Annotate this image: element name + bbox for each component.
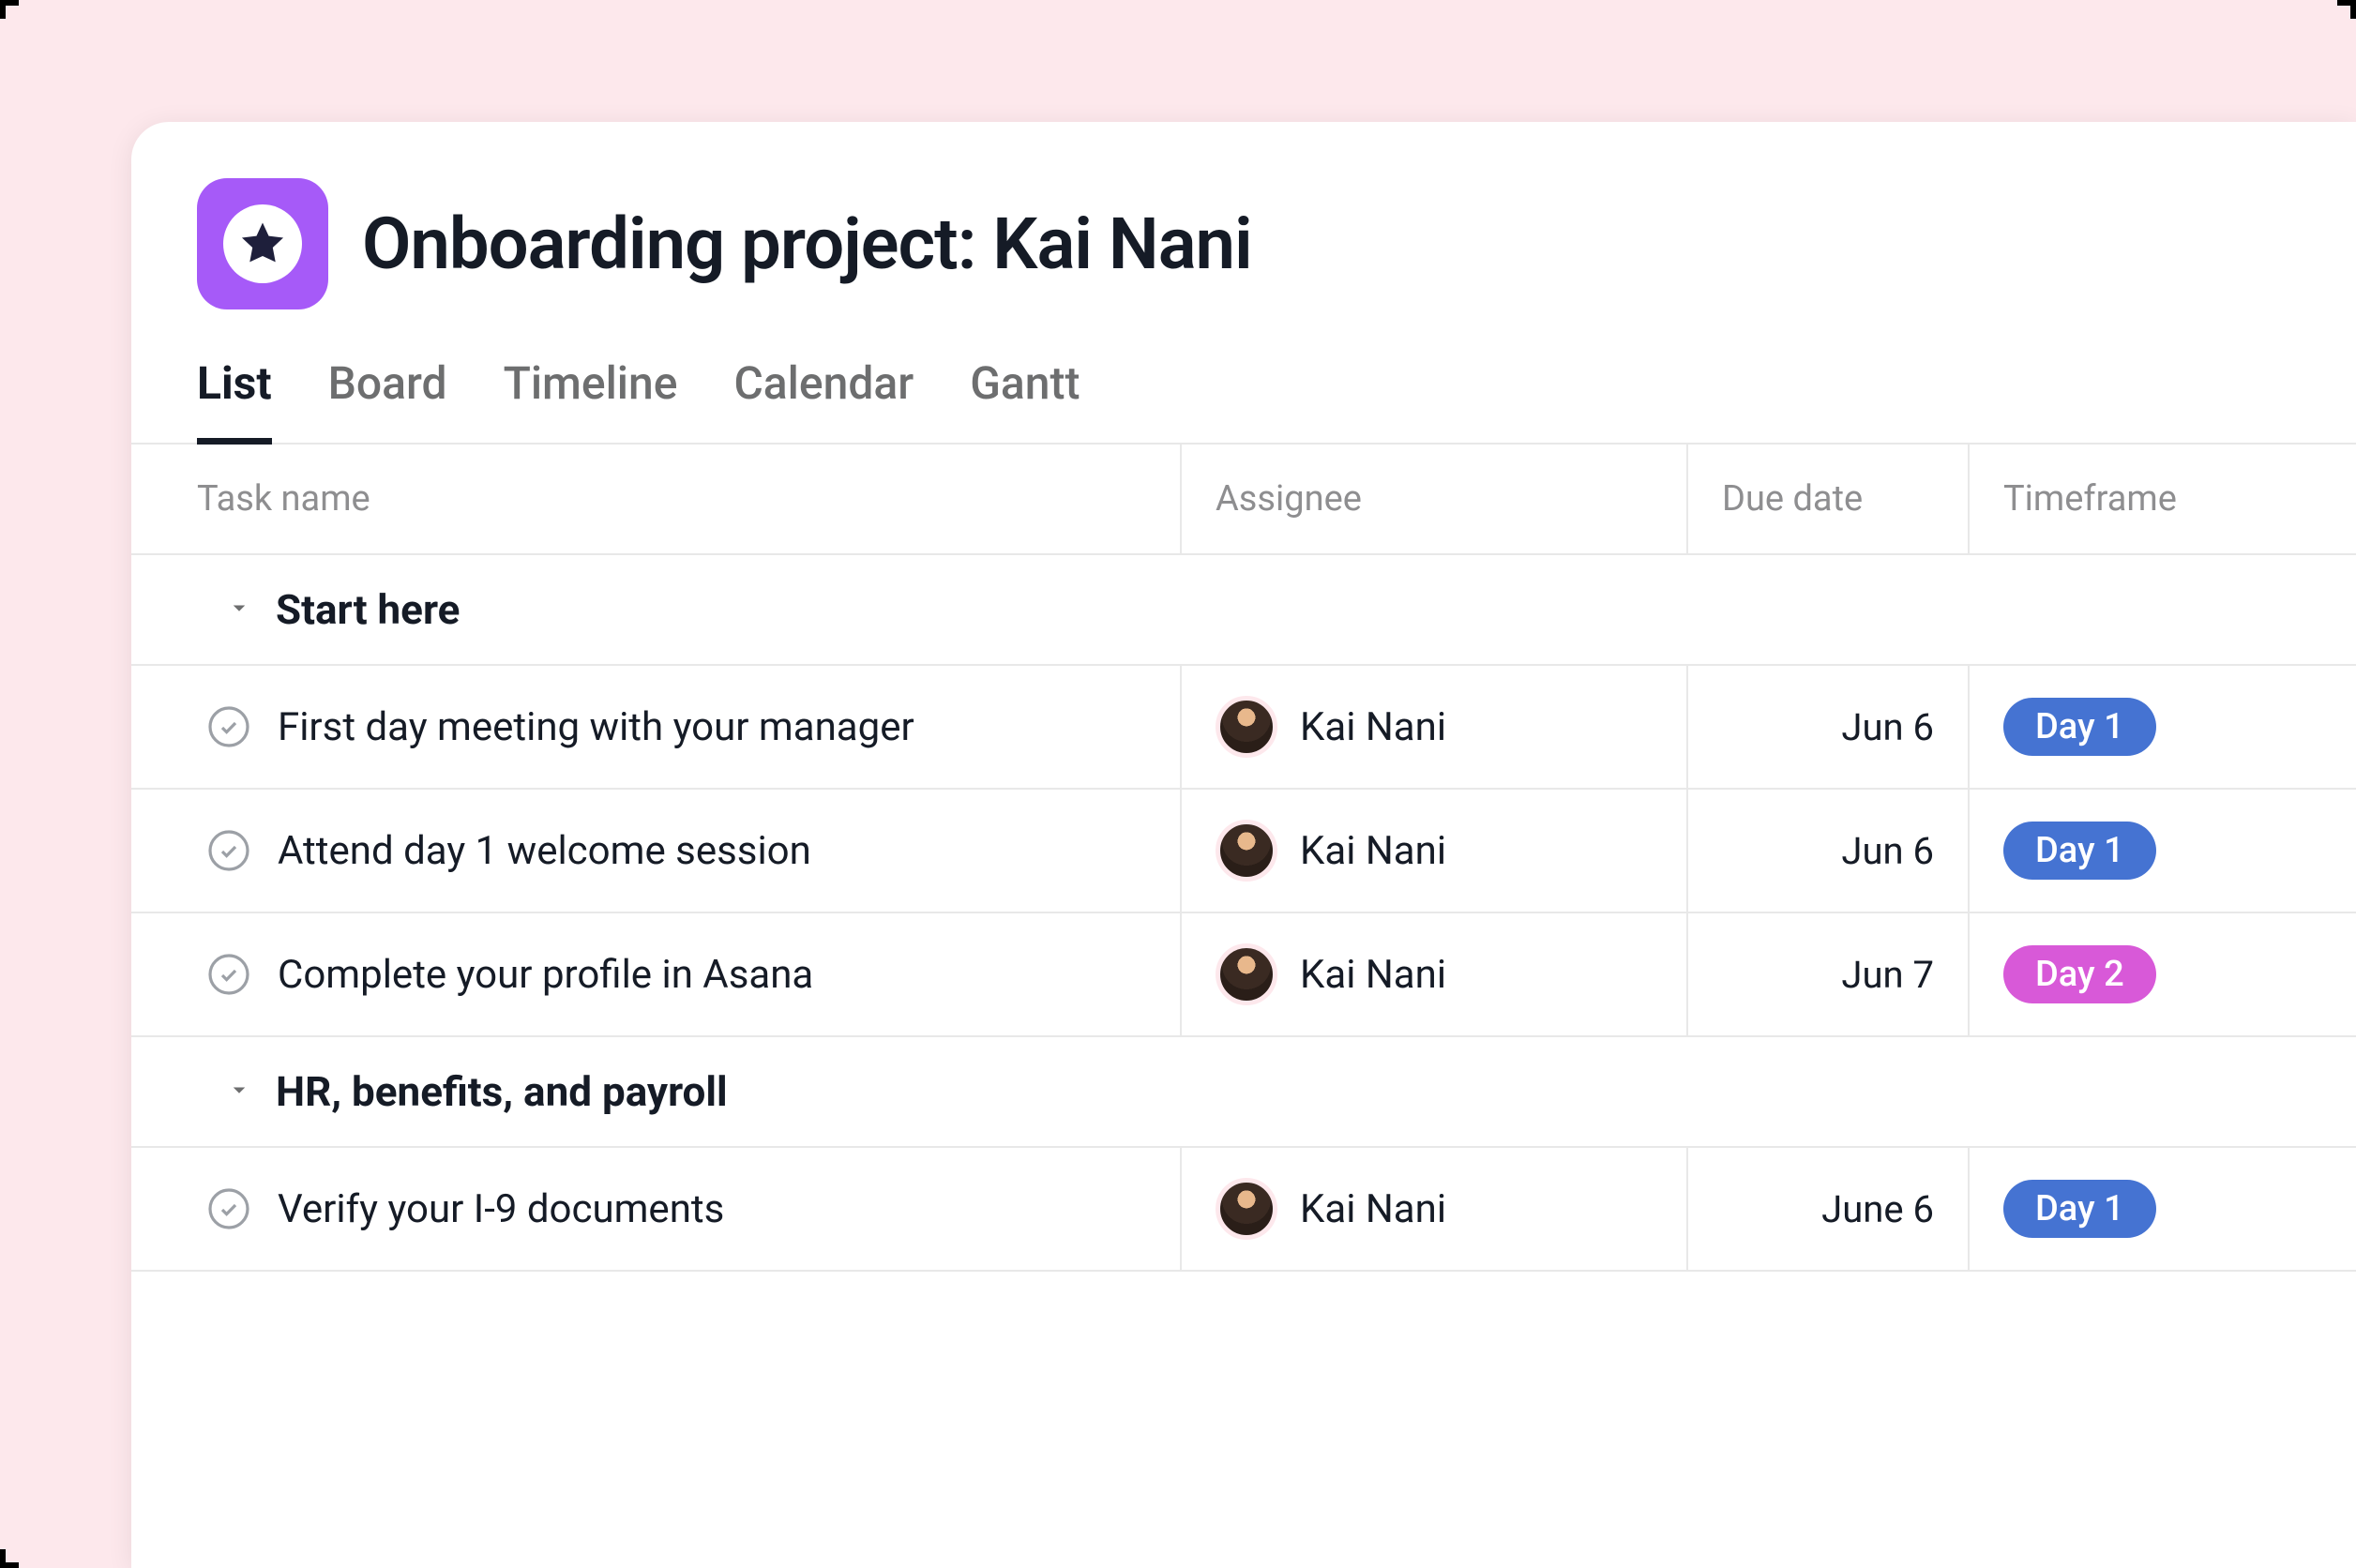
assignee-cell[interactable]: Kai Nani [1182,913,1688,1035]
star-icon [223,204,302,283]
timeframe-cell[interactable]: Day 1 [1970,666,2356,788]
assignee-name: Kai Nani [1300,1186,1446,1232]
tab-board[interactable]: Board [328,356,447,443]
assignee-name: Kai Nani [1300,828,1446,874]
task-name: Complete your profile in Asana [278,952,813,998]
task-name-cell[interactable]: Verify your I-9 documents [131,1148,1182,1270]
tab-gantt[interactable]: Gantt [970,356,1080,443]
task-name-cell[interactable]: First day meeting with your manager [131,666,1182,788]
tab-timeline[interactable]: Timeline [504,356,678,443]
chevron-down-icon [225,594,253,626]
timeframe-pill: Day 2 [2003,945,2156,1003]
assignee-name: Kai Nani [1300,704,1446,750]
section-header[interactable]: Start here [131,555,2356,666]
project-panel: Onboarding project: Kai Nani List Board … [131,122,2356,1568]
task-name-cell[interactable]: Attend day 1 welcome session [131,790,1182,912]
avatar [1216,820,1277,882]
task-row[interactable]: Verify your I-9 documents Kai Nani June … [131,1148,2356,1272]
timeframe-cell[interactable]: Day 2 [1970,913,2356,1035]
due-date: Jun 7 [1841,953,1934,997]
avatar [1216,1178,1277,1240]
tab-list[interactable]: List [197,356,272,445]
timeframe-pill: Day 1 [2003,1180,2156,1238]
check-circle-icon[interactable] [206,704,251,749]
project-color-icon[interactable] [197,178,328,309]
timeframe-pill: Day 1 [2003,698,2156,756]
task-name: Verify your I-9 documents [278,1186,724,1232]
timeframe-cell[interactable]: Day 1 [1970,1148,2356,1270]
check-circle-icon[interactable] [206,828,251,873]
task-name: Attend day 1 welcome session [278,828,811,874]
project-header: Onboarding project: Kai Nani [131,122,2356,328]
due-date: Jun 6 [1841,705,1934,749]
due-date-cell[interactable]: Jun 6 [1688,790,1970,912]
tab-calendar[interactable]: Calendar [733,356,914,443]
assignee-name: Kai Nani [1300,952,1446,998]
task-name-cell[interactable]: Complete your profile in Asana [131,913,1182,1035]
due-date-cell[interactable]: Jun 7 [1688,913,1970,1035]
col-task-name[interactable]: Task name [131,445,1182,553]
section-title: HR, benefits, and payroll [276,1067,728,1116]
col-timeframe[interactable]: Timeframe [1970,445,2356,553]
task-row[interactable]: Complete your profile in Asana Kai Nani … [131,913,2356,1037]
timeframe-pill: Day 1 [2003,822,2156,880]
avatar [1216,696,1277,758]
crop-corner [0,1549,19,1568]
view-tabs: List Board Timeline Calendar Gantt [131,328,2356,445]
col-due-date[interactable]: Due date [1688,445,1970,553]
timeframe-cell[interactable]: Day 1 [1970,790,2356,912]
assignee-cell[interactable]: Kai Nani [1182,666,1688,788]
due-date-cell[interactable]: Jun 6 [1688,666,1970,788]
task-name: First day meeting with your manager [278,704,914,750]
crop-corner [0,0,19,19]
due-date-cell[interactable]: June 6 [1688,1148,1970,1270]
due-date: Jun 6 [1841,829,1934,873]
crop-corner [2337,0,2356,19]
section-title: Start here [276,585,460,634]
task-row[interactable]: First day meeting with your manager Kai … [131,666,2356,790]
check-circle-icon[interactable] [206,1186,251,1231]
assignee-cell[interactable]: Kai Nani [1182,1148,1688,1270]
project-title[interactable]: Onboarding project: Kai Nani [362,202,1252,286]
chevron-down-icon [225,1076,253,1108]
check-circle-icon[interactable] [206,952,251,997]
due-date: June 6 [1821,1187,1934,1231]
col-assignee[interactable]: Assignee [1182,445,1688,553]
section-header[interactable]: HR, benefits, and payroll [131,1037,2356,1148]
column-headers: Task name Assignee Due date Timeframe [131,445,2356,555]
task-row[interactable]: Attend day 1 welcome session Kai Nani Ju… [131,790,2356,913]
avatar [1216,943,1277,1005]
assignee-cell[interactable]: Kai Nani [1182,790,1688,912]
